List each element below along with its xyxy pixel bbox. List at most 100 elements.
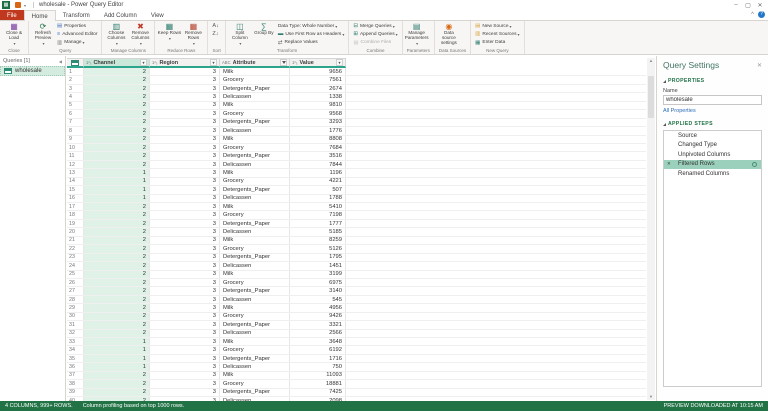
table-row[interactable]: 19 2 3 Detergents_Paper 1777 bbox=[67, 219, 646, 229]
cell-value[interactable]: 3321 bbox=[290, 321, 346, 329]
ribbon-button[interactable]: ▦ Remove Rows ▾ bbox=[181, 22, 205, 47]
profiling-note[interactable]: Column profiling based on top 1000 rows. bbox=[83, 403, 185, 409]
cell-region[interactable]: 3 bbox=[150, 219, 220, 228]
table-row[interactable]: 4 2 3 Delicassen 1338 bbox=[67, 93, 646, 102]
table-row[interactable]: 5 2 3 Milk 9810 bbox=[67, 101, 646, 111]
select-all-corner[interactable] bbox=[67, 58, 84, 68]
cell-region[interactable]: 3 bbox=[150, 127, 220, 135]
cell-attribute[interactable]: Delicassen bbox=[220, 295, 290, 304]
cell-value[interactable]: 1795 bbox=[290, 253, 346, 262]
scrollbar-thumb[interactable] bbox=[648, 76, 654, 118]
cell-channel[interactable]: 2 bbox=[84, 388, 150, 397]
table-row[interactable]: 11 2 3 Detergents_Paper 3516 bbox=[67, 152, 646, 161]
cell-attribute[interactable]: Detergents_Paper bbox=[220, 219, 290, 228]
table-row[interactable]: 6 2 3 Grocery 9568 bbox=[67, 110, 646, 119]
table-row[interactable]: 13 1 3 Milk 1196 bbox=[67, 169, 646, 178]
ribbon-tab[interactable]: Add Column bbox=[97, 10, 144, 20]
ribbon-tab[interactable]: File bbox=[0, 10, 24, 20]
cell-attribute[interactable]: Milk bbox=[220, 101, 290, 110]
cell-channel[interactable]: 2 bbox=[84, 110, 150, 118]
cell-value[interactable]: 1451 bbox=[290, 262, 346, 270]
cell-value[interactable]: 5185 bbox=[290, 228, 346, 236]
cell-value[interactable]: 3648 bbox=[290, 338, 346, 346]
close-icon[interactable]: ✕ bbox=[754, 2, 766, 9]
cell-attribute[interactable]: Delicassen bbox=[220, 194, 290, 202]
cell-value[interactable]: 1716 bbox=[290, 354, 346, 363]
cell-channel[interactable]: 2 bbox=[84, 160, 150, 169]
cell-channel[interactable]: 1 bbox=[84, 354, 150, 363]
cell-region[interactable]: 3 bbox=[150, 101, 220, 110]
cell-region[interactable]: 3 bbox=[150, 194, 220, 202]
cell-channel[interactable]: 2 bbox=[84, 236, 150, 245]
cell-region[interactable]: 3 bbox=[150, 245, 220, 253]
cell-region[interactable]: 3 bbox=[150, 76, 220, 84]
ribbon-button[interactable]: ▦ Keep Rows ▾ bbox=[157, 22, 182, 47]
ribbon-button[interactable]: ▤ Properties ▾ bbox=[55, 22, 99, 30]
minimize-icon[interactable]: – bbox=[730, 2, 742, 9]
cell-channel[interactable]: 2 bbox=[84, 312, 150, 321]
table-row[interactable]: 9 2 3 Milk 8808 bbox=[67, 135, 646, 144]
cell-value[interactable]: 2566 bbox=[290, 329, 346, 337]
cell-channel[interactable]: 2 bbox=[84, 84, 150, 93]
cell-region[interactable]: 3 bbox=[150, 152, 220, 160]
cell-attribute[interactable]: Delicassen bbox=[220, 363, 290, 371]
cell-value[interactable]: 8259 bbox=[290, 236, 346, 245]
cell-region[interactable]: 3 bbox=[150, 236, 220, 245]
ribbon-button[interactable]: Data Type: Whole Number ▾ bbox=[276, 22, 347, 30]
cell-attribute[interactable]: Grocery bbox=[220, 278, 290, 287]
table-row[interactable]: 37 2 3 Milk 11093 bbox=[67, 371, 646, 381]
cell-channel[interactable]: 1 bbox=[84, 363, 150, 371]
table-row[interactable]: 28 2 3 Delicassen 545 bbox=[67, 295, 646, 305]
column-header-region[interactable]: 1²₃ Region ▾ bbox=[150, 58, 220, 68]
cell-attribute[interactable]: Grocery bbox=[220, 143, 290, 152]
quick-access-dropdown-icon[interactable]: ▾ bbox=[24, 3, 26, 8]
cell-channel[interactable]: 2 bbox=[84, 203, 150, 211]
table-row[interactable]: 23 2 3 Detergents_Paper 1795 bbox=[67, 253, 646, 263]
query-name-input[interactable] bbox=[663, 95, 762, 105]
cell-value[interactable]: 3293 bbox=[290, 118, 346, 127]
properties-section-header[interactable]: PROPERTIES bbox=[663, 78, 762, 84]
delete-step-icon[interactable]: ✕ bbox=[667, 161, 671, 167]
cell-value[interactable]: 1776 bbox=[290, 127, 346, 135]
cell-attribute[interactable]: Detergents_Paper bbox=[220, 321, 290, 329]
cell-value[interactable]: 7198 bbox=[290, 211, 346, 219]
cell-region[interactable]: 3 bbox=[150, 270, 220, 278]
cell-value[interactable]: 1788 bbox=[290, 194, 346, 202]
query-list-item[interactable]: wholesale bbox=[0, 66, 65, 76]
cell-channel[interactable]: 1 bbox=[84, 338, 150, 346]
ribbon-button[interactable]: ▥ Choose Columns ▾ bbox=[104, 22, 128, 47]
cell-region[interactable]: 3 bbox=[150, 321, 220, 329]
ribbon-button[interactable]: ∑ Group By ▾ bbox=[252, 22, 276, 47]
cell-channel[interactable]: 1 bbox=[84, 177, 150, 186]
applied-step[interactable]: ✕ Renamed Columns bbox=[664, 169, 761, 179]
table-row[interactable]: 8 2 3 Delicassen 1776 bbox=[67, 127, 646, 136]
cell-region[interactable]: 3 bbox=[150, 84, 220, 93]
ribbon-button[interactable]: ▦ Enter Data ▾ bbox=[473, 39, 521, 47]
cell-attribute[interactable]: Milk bbox=[220, 135, 290, 143]
cell-region[interactable]: 3 bbox=[150, 203, 220, 211]
cell-attribute[interactable]: Milk bbox=[220, 270, 290, 278]
table-row[interactable]: 15 1 3 Detergents_Paper 507 bbox=[67, 186, 646, 195]
cell-channel[interactable]: 2 bbox=[84, 68, 150, 76]
cell-attribute[interactable]: Milk bbox=[220, 304, 290, 312]
cell-attribute[interactable]: Grocery bbox=[220, 211, 290, 219]
table-row[interactable]: 26 2 3 Grocery 6975 bbox=[67, 278, 646, 288]
table-row[interactable]: 39 2 3 Detergents_Paper 7425 bbox=[67, 388, 646, 398]
cell-region[interactable]: 3 bbox=[150, 338, 220, 346]
cell-channel[interactable]: 1 bbox=[84, 186, 150, 194]
cell-channel[interactable]: 2 bbox=[84, 152, 150, 160]
applied-step[interactable]: ✕ Changed Type bbox=[664, 141, 761, 151]
filter-active-icon[interactable] bbox=[280, 59, 287, 66]
filter-dropdown-icon[interactable]: ▾ bbox=[140, 59, 147, 66]
cell-channel[interactable]: 2 bbox=[84, 127, 150, 135]
ribbon-button[interactable]: ▦ Close & Load ▾ bbox=[2, 22, 26, 47]
table-row[interactable]: 29 2 3 Milk 4956 bbox=[67, 304, 646, 313]
cell-value[interactable]: 1196 bbox=[290, 169, 346, 177]
cell-attribute[interactable]: Milk bbox=[220, 203, 290, 211]
cell-value[interactable]: 2674 bbox=[290, 84, 346, 93]
cell-attribute[interactable]: Milk bbox=[220, 338, 290, 346]
cell-attribute[interactable]: Delicassen bbox=[220, 228, 290, 236]
cell-region[interactable]: 3 bbox=[150, 135, 220, 143]
cell-value[interactable]: 3199 bbox=[290, 270, 346, 278]
table-row[interactable]: 21 2 3 Milk 8259 bbox=[67, 236, 646, 246]
